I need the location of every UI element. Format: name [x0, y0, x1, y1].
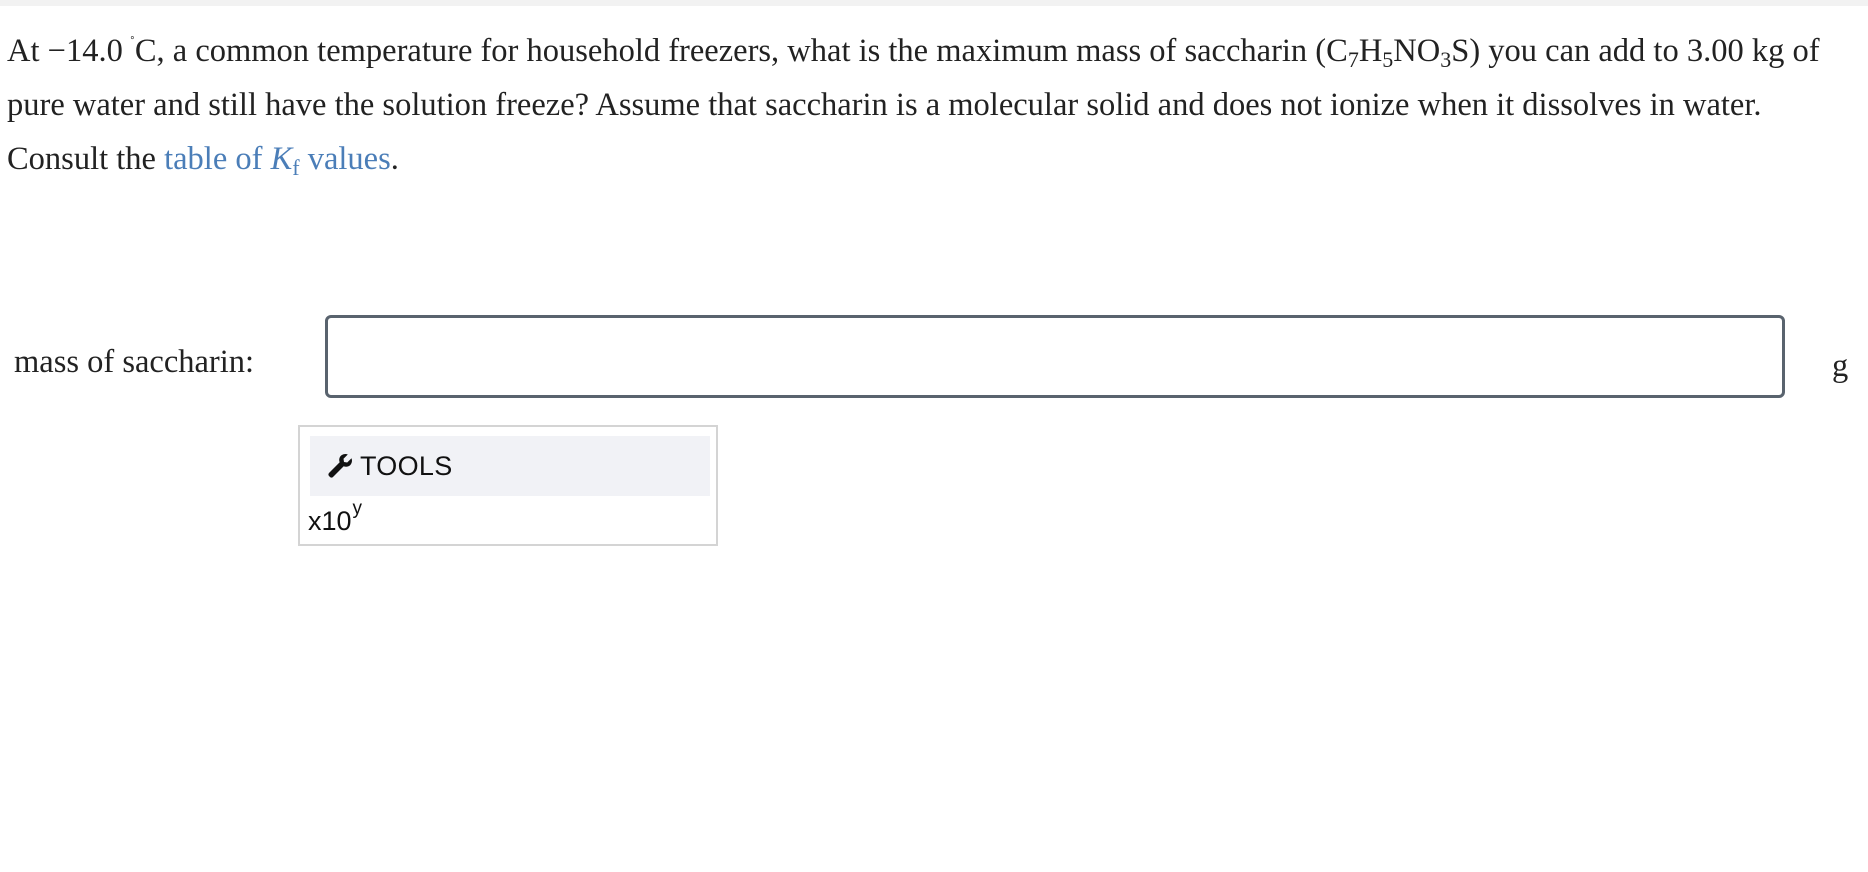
tools-toggle[interactable]: TOOLS	[310, 436, 710, 496]
top-divider	[0, 0, 1868, 6]
tools-label: TOOLS	[360, 450, 453, 481]
tools-panel: TOOLS x10y	[298, 425, 718, 546]
scientific-notation-button[interactable]: x10y	[308, 499, 362, 541]
wrench-icon	[326, 452, 354, 480]
mass-input[interactable]	[325, 315, 1785, 398]
kf-table-link[interactable]: table of Kf values	[164, 141, 391, 179]
question-text: At −14.0 ˚C, a common temperature for hou…	[7, 33, 1820, 180]
unit-label: g	[1832, 348, 1849, 384]
answer-label: mass of saccharin:	[14, 344, 255, 380]
